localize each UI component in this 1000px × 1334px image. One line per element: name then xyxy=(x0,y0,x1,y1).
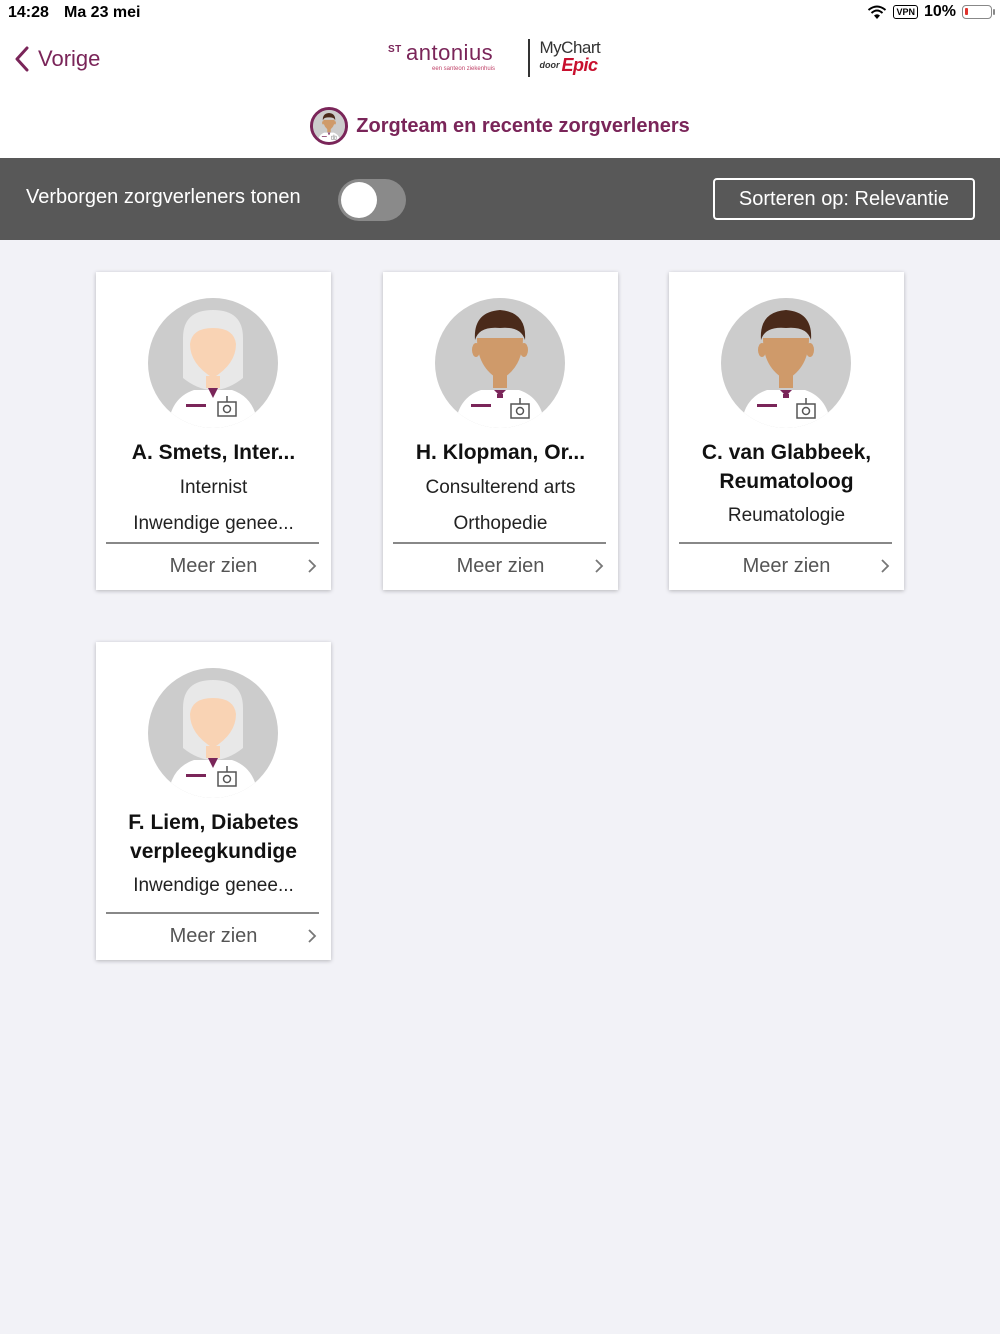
page-title: Zorgteam en recente zorgverleners xyxy=(356,114,690,137)
chevron-right-icon xyxy=(308,929,317,943)
provider-role: Consulterend arts xyxy=(425,477,576,498)
provider-name: F. Liem, Diabetes verpleegkundige xyxy=(128,811,299,863)
sort-button[interactable]: Sorteren op: Relevantie xyxy=(713,178,975,220)
see-more-label: Meer zien xyxy=(456,555,545,577)
provider-department: Inwendige genee... xyxy=(133,513,294,534)
female-provider-icon xyxy=(148,298,278,428)
provider-card: F. Liem, Diabetes verpleegkundige Inwend… xyxy=(96,642,331,960)
provider-role: Internist xyxy=(179,477,248,498)
see-more-button[interactable]: Meer zien xyxy=(383,544,618,590)
see-more-label: Meer zien xyxy=(169,925,258,947)
status-bar: 14:28 Ma 23 mei VPN 10% xyxy=(0,0,1000,28)
status-time: 14:28 xyxy=(8,4,49,21)
filter-toolbar: Verborgen zorgverleners tonen Sorteren o… xyxy=(0,158,1000,240)
provider-card: C. van Glabbeek, Reumatoloog Reumatologi… xyxy=(669,272,904,590)
toggle-knob xyxy=(341,182,377,218)
hidden-providers-label: Verborgen zorgverleners tonen xyxy=(26,186,301,208)
see-more-button[interactable]: Meer zien xyxy=(96,544,331,590)
provider-department: Inwendige genee... xyxy=(133,875,294,896)
wifi-icon xyxy=(868,5,887,19)
st-antonius-logo: ST antonius een santeon ziekenhuis xyxy=(388,40,496,72)
top-bar: 14:28 Ma 23 mei VPN 10% Vorige ST antoni… xyxy=(0,0,1000,158)
battery-icon xyxy=(962,5,995,19)
male-provider-icon xyxy=(435,298,565,428)
see-more-label: Meer zien xyxy=(169,555,258,577)
hidden-providers-toggle[interactable] xyxy=(338,179,406,221)
provider-department: Reumatologie xyxy=(727,505,846,526)
chevron-left-icon xyxy=(15,46,29,72)
provider-name: A. Smets, Inter... xyxy=(131,441,296,464)
see-more-label: Meer zien xyxy=(742,555,831,577)
see-more-button[interactable]: Meer zien xyxy=(669,544,904,590)
chevron-right-icon xyxy=(881,559,890,573)
provider-name: H. Klopman, Or... xyxy=(415,441,586,464)
provider-card: H. Klopman, Or... Consulterend arts Orth… xyxy=(383,272,618,590)
back-button[interactable]: Vorige xyxy=(14,42,100,76)
back-label: Vorige xyxy=(38,46,101,71)
logo-divider xyxy=(528,39,530,77)
chevron-right-icon xyxy=(595,559,604,573)
logo-area: ST antonius een santeon ziekenhuis MyCha… xyxy=(386,36,620,80)
see-more-button[interactable]: Meer zien xyxy=(96,914,331,960)
vpn-badge: VPN xyxy=(893,5,918,19)
care-team-icon xyxy=(310,107,349,145)
page-header: Zorgteam en recente zorgverleners xyxy=(0,104,1000,148)
male-provider-icon xyxy=(721,298,851,428)
female-provider-icon xyxy=(148,668,278,798)
provider-name: C. van Glabbeek, Reumatoloog xyxy=(701,441,872,493)
battery-percentage: 10% xyxy=(923,3,956,20)
status-indicators: VPN 10% xyxy=(867,3,995,21)
status-date: Ma 23 mei xyxy=(64,4,141,21)
chevron-right-icon xyxy=(308,559,317,573)
provider-card: A. Smets, Inter... Internist Inwendige g… xyxy=(96,272,331,590)
mychart-logo: MyChart door Epic xyxy=(539,38,601,75)
provider-department: Orthopedie xyxy=(453,513,548,534)
